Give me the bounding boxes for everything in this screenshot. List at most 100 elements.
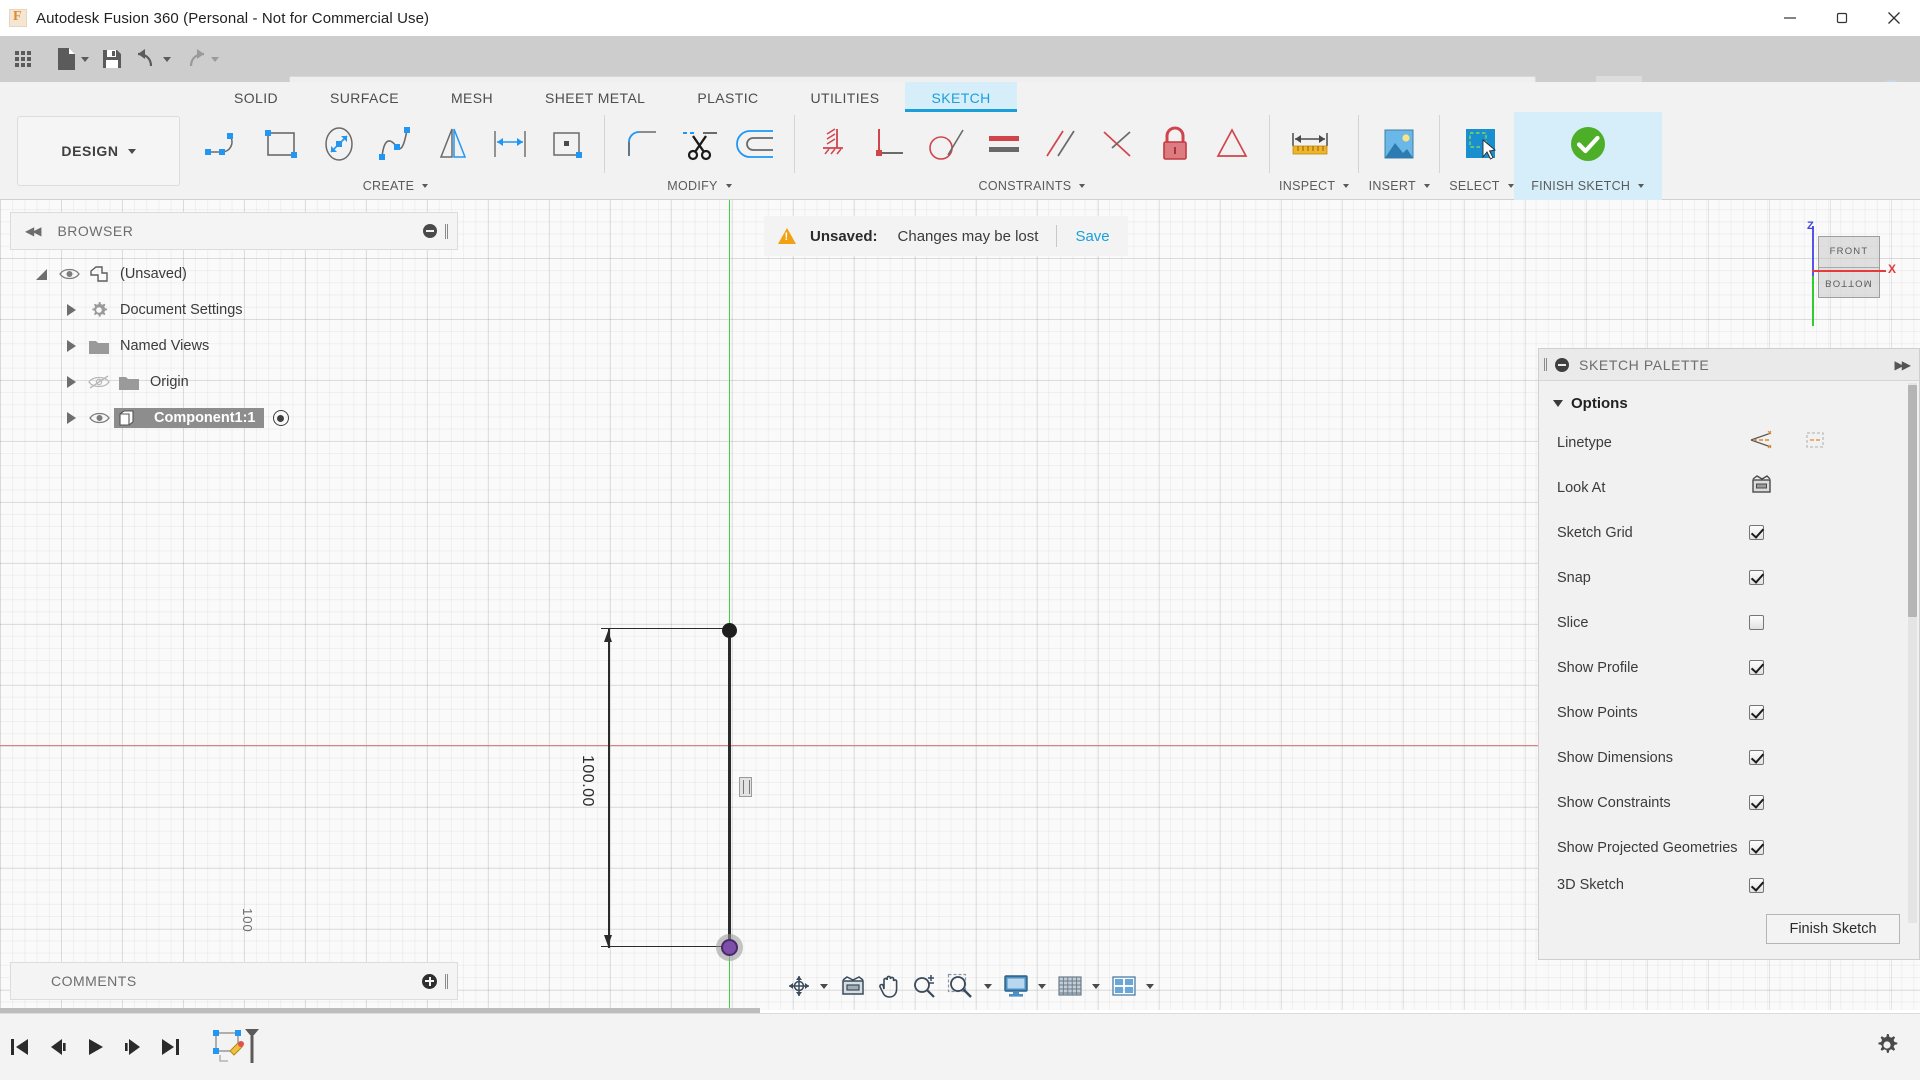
tool-trim[interactable]	[671, 113, 728, 175]
add-comment-button[interactable]	[422, 973, 437, 989]
3d-sketch-checkbox[interactable]	[1749, 877, 1764, 893]
tree-item-named-views[interactable]: Named Views	[10, 328, 458, 364]
tool-offset[interactable]	[728, 113, 785, 175]
fit-caret-icon[interactable]	[984, 983, 992, 989]
tool-midpoint[interactable]	[1089, 113, 1146, 175]
display-settings-caret-icon[interactable]	[1038, 983, 1046, 989]
vertical-constraint-icon[interactable]	[739, 777, 752, 797]
dimension-line[interactable]	[608, 628, 610, 948]
tool-finish-sketch[interactable]	[1557, 113, 1619, 175]
palette-row-show-projected-geometries[interactable]: Show Projected Geometries	[1539, 825, 1919, 870]
look-at-icon[interactable]	[1749, 474, 1773, 501]
palette-scrollbar-thumb[interactable]	[1908, 385, 1917, 617]
new-file-caret-icon[interactable]	[81, 56, 89, 62]
tool-sketch-dimension[interactable]	[481, 113, 538, 175]
ribbon-panel-modify-label[interactable]: MODIFY	[614, 176, 785, 196]
activate-component-radio[interactable]	[272, 410, 289, 426]
tool-rectangle[interactable]	[253, 113, 310, 175]
sketch-endpoint-top[interactable]	[722, 623, 737, 638]
show-dimensions-checkbox[interactable]	[1749, 750, 1764, 765]
timeline-go-to-beginning-button[interactable]	[0, 1014, 38, 1080]
palette-row-show-constraints[interactable]: Show Constraints	[1539, 780, 1919, 825]
tool-symmetry[interactable]	[1203, 113, 1260, 175]
tree-item-unsaved[interactable]: (Unsaved)	[10, 256, 458, 292]
tool-select[interactable]	[1449, 113, 1511, 175]
tree-item-selected-row[interactable]: Component1:1	[114, 408, 264, 428]
palette-minimize-button[interactable]	[1555, 357, 1569, 372]
palette-section-options[interactable]: Options	[1539, 381, 1919, 420]
sketch-grid-checkbox[interactable]	[1749, 525, 1764, 540]
viewports-button[interactable]	[1106, 965, 1142, 1007]
undo-button[interactable]	[129, 36, 177, 82]
browser-minimize-button[interactable]	[423, 224, 437, 238]
grid-snaps-button[interactable]	[1052, 965, 1088, 1007]
finish-sketch-button[interactable]: Finish Sketch	[1766, 914, 1900, 944]
ribbon-panel-create-label[interactable]: CREATE	[196, 176, 595, 196]
palette-expand-icon[interactable]: ▶▶	[1895, 358, 1912, 372]
pan-button[interactable]	[872, 965, 906, 1007]
undo-caret-icon[interactable]	[163, 56, 171, 62]
palette-grip-icon[interactable]	[1544, 358, 1547, 371]
visibility-eye-icon[interactable]	[84, 411, 114, 425]
ribbon-tab-solid[interactable]: SOLID	[208, 82, 304, 112]
palette-row-show-profile[interactable]: Show Profile	[1539, 645, 1919, 690]
browser-collapse-icon[interactable]: ◀◀	[25, 224, 42, 238]
view-cube[interactable]: Z FRONT BOTTOM X	[1790, 220, 1900, 326]
ribbon-panel-inspect-label[interactable]: INSPECT	[1279, 176, 1350, 196]
show-data-panel-button[interactable]	[0, 36, 46, 82]
tree-item-origin[interactable]: Origin	[10, 364, 458, 400]
tool-fillet[interactable]	[614, 113, 671, 175]
centerline-icon[interactable]	[1803, 429, 1827, 456]
comments-grip-icon[interactable]	[445, 973, 448, 989]
tool-mirror[interactable]	[424, 113, 481, 175]
unsaved-save-link[interactable]: Save	[1075, 228, 1109, 245]
ribbon-tab-surface[interactable]: SURFACE	[304, 82, 425, 112]
fit-button[interactable]	[942, 965, 980, 1007]
expand-toggle-icon[interactable]	[58, 340, 84, 352]
tool-measure[interactable]	[1279, 113, 1341, 175]
tool-equal[interactable]	[975, 113, 1032, 175]
restore-button[interactable]	[1816, 0, 1868, 36]
grid-snaps-caret-icon[interactable]	[1092, 983, 1100, 989]
viewports-caret-icon[interactable]	[1146, 983, 1154, 989]
ribbon-panel-insert-label[interactable]: INSERT	[1368, 176, 1430, 196]
visibility-hidden-icon[interactable]	[84, 374, 114, 390]
ribbon-tab-plastic[interactable]: PLASTIC	[671, 82, 784, 112]
tree-item-document-settings[interactable]: Document Settings	[10, 292, 458, 328]
view-cube-front-label[interactable]: FRONT	[1819, 237, 1879, 268]
expand-toggle-icon[interactable]	[58, 376, 84, 388]
expand-toggle-icon[interactable]	[28, 268, 54, 280]
tool-parallel[interactable]	[1032, 113, 1089, 175]
visibility-eye-icon[interactable]	[54, 267, 84, 281]
orbit-caret-icon[interactable]	[820, 983, 828, 989]
palette-row-snap[interactable]: Snap	[1539, 555, 1919, 600]
tree-item-component1[interactable]: Component1:1	[10, 400, 458, 436]
timeline-go-to-end-button[interactable]	[152, 1014, 190, 1080]
timeline-settings-button[interactable]	[1874, 1032, 1900, 1063]
tool-tangent[interactable]	[918, 113, 975, 175]
construction-line-icon[interactable]	[1749, 429, 1773, 456]
zoom-button[interactable]	[906, 965, 942, 1007]
palette-row-3d-sketch[interactable]: 3D Sketch	[1539, 870, 1919, 900]
workspace-switcher-button[interactable]: DESIGN	[17, 116, 180, 186]
minimize-button[interactable]	[1764, 0, 1816, 36]
look-at-button[interactable]	[834, 965, 872, 1007]
sketch-origin-point[interactable]	[716, 934, 743, 961]
ribbon-tab-sheet-metal[interactable]: SHEET METAL	[519, 82, 671, 112]
tool-fix-unfix[interactable]	[804, 113, 861, 175]
tool-insert-canvas[interactable]	[1368, 113, 1430, 175]
ribbon-panel-finish-sketch-label[interactable]: FINISH SKETCH	[1524, 176, 1652, 196]
section-collapse-caret-icon[interactable]	[1553, 400, 1563, 407]
palette-row-show-dimensions[interactable]: Show Dimensions	[1539, 735, 1919, 780]
ribbon-panel-select-label[interactable]: SELECT	[1449, 176, 1514, 196]
palette-row-sketch-grid[interactable]: Sketch Grid	[1539, 510, 1919, 555]
expand-toggle-icon[interactable]	[58, 412, 84, 424]
show-profile-checkbox[interactable]	[1749, 660, 1764, 675]
redo-button[interactable]	[177, 36, 225, 82]
tool-rectangular-pattern[interactable]	[538, 113, 595, 175]
expand-toggle-icon[interactable]	[58, 304, 84, 316]
save-button[interactable]	[95, 36, 129, 82]
show-points-checkbox[interactable]	[1749, 705, 1764, 720]
show-projected-geometries-checkbox[interactable]	[1749, 840, 1764, 855]
ribbon-tab-sketch[interactable]: SKETCH	[905, 82, 1017, 112]
